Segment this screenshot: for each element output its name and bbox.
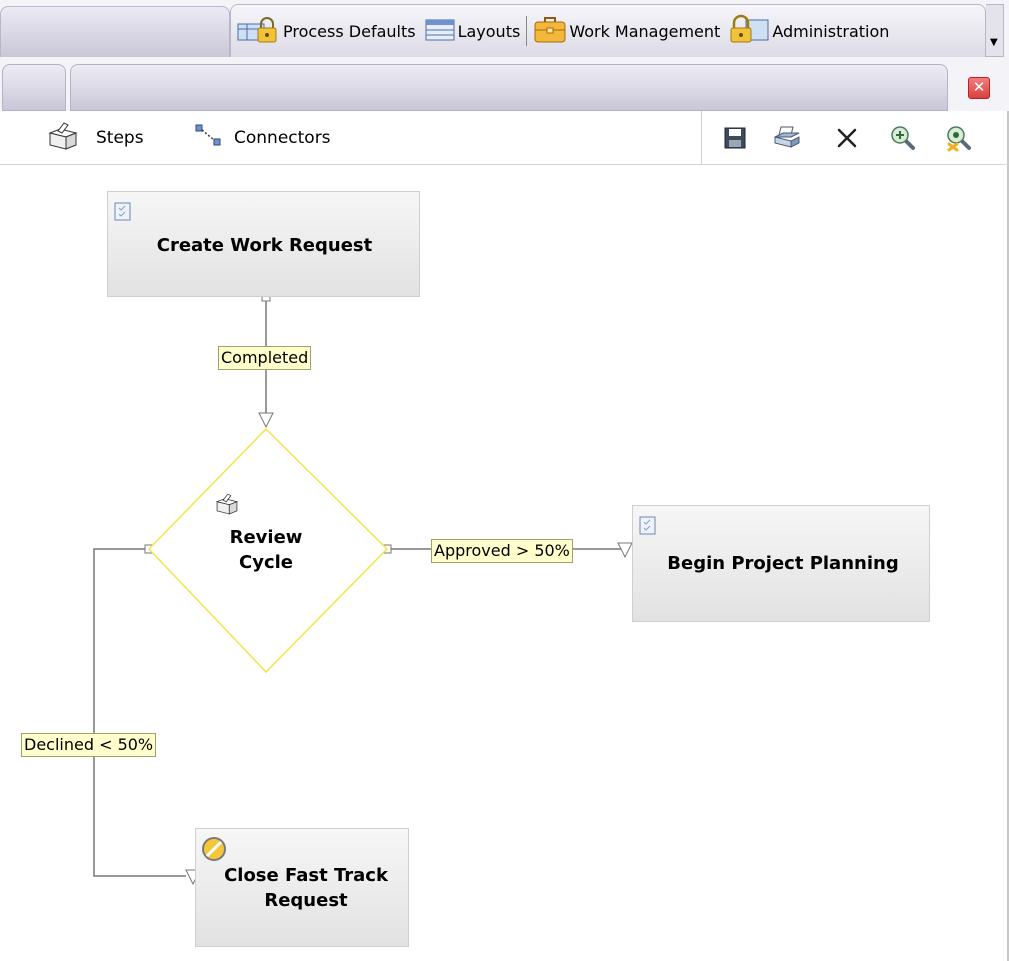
connector-label-completed[interactable]: Completed: [218, 346, 312, 370]
step-begin-project-planning[interactable]: Begin Project Planning: [632, 505, 930, 622]
decision-title-line2: Cycle: [239, 552, 293, 573]
save-icon[interactable]: [720, 123, 750, 153]
tab-process-defaults[interactable]: Process Defaults: [237, 11, 416, 51]
steps-button[interactable]: Steps: [46, 121, 144, 156]
tab-label: Administration: [772, 21, 890, 41]
editor-tab-active[interactable]: [70, 64, 948, 111]
connector-icon: [194, 121, 226, 156]
tab-separator: [526, 16, 528, 46]
module-tabs: Process Defaults Layouts Work Management…: [230, 4, 986, 57]
tab-label: Layouts: [457, 21, 521, 41]
tab-label: Process Defaults: [283, 21, 416, 41]
workflow-canvas[interactable]: Create Work Request Review Cycle Begin P…: [0, 165, 1009, 961]
diagram-toolbar: Steps Connectors: [0, 111, 1009, 165]
top-tab-bar: Process Defaults Layouts Work Management…: [0, 0, 1009, 57]
step-title: Begin Project Planning: [667, 553, 899, 574]
tab-administration[interactable]: Administration: [728, 11, 889, 51]
connectors-button[interactable]: Connectors: [194, 123, 331, 153]
editor-tab-bar: ✕: [0, 57, 1009, 111]
step-icon: [214, 492, 240, 520]
blocked-icon: [201, 836, 227, 866]
step-title: Create Work Request: [156, 235, 373, 256]
connectors-label: Connectors: [234, 128, 331, 148]
print-icon[interactable]: [772, 123, 802, 153]
close-icon[interactable]: ✕: [968, 77, 990, 99]
steps-label: Steps: [96, 128, 144, 148]
task-icon: [114, 202, 132, 226]
chevron-down-icon: ▼: [990, 37, 998, 48]
layout-icon: [424, 16, 456, 46]
step-title-line1: Close Fast Track: [224, 865, 388, 886]
lock-icon: [728, 14, 770, 48]
connector-label-declined[interactable]: Declined < 50%: [21, 733, 157, 757]
briefcase-icon: [533, 14, 567, 48]
tab-work-management[interactable]: Work Management: [533, 11, 720, 51]
step-create-work-request[interactable]: Create Work Request: [107, 191, 420, 297]
arrow-head: [617, 542, 633, 559]
tab-layouts[interactable]: Layouts: [424, 11, 521, 51]
editor-tab[interactable]: [2, 64, 66, 111]
tab-blank[interactable]: [0, 6, 230, 57]
step-close-fast-track-request[interactable]: Close Fast Track Request: [195, 828, 409, 947]
zoom-reset-icon[interactable]: [944, 123, 974, 153]
connector-declined[interactable]: [93, 548, 186, 877]
arrow-head: [258, 412, 274, 429]
task-icon: [639, 516, 657, 540]
step-icon: [46, 121, 80, 156]
tab-overflow-button[interactable]: ▼: [986, 4, 1004, 57]
delete-icon[interactable]: [832, 123, 862, 153]
lock-folder-icon: [237, 14, 281, 48]
zoom-in-icon[interactable]: [888, 123, 918, 153]
decision-title-line1: Review: [229, 527, 303, 548]
connector-label-approved[interactable]: Approved > 50%: [431, 539, 573, 563]
step-title-line2: Request: [264, 890, 348, 911]
tab-label: Work Management: [569, 21, 721, 41]
toolbar-divider: [701, 111, 702, 165]
